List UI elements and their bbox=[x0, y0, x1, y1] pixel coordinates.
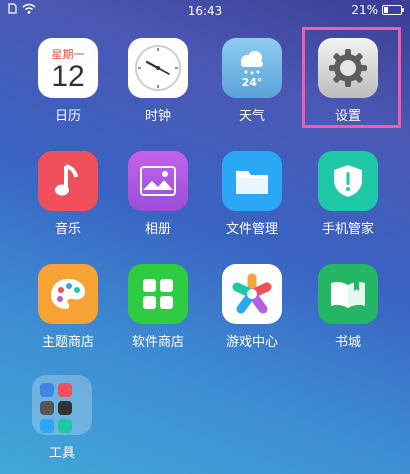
app-label: 相册 bbox=[144, 222, 171, 237]
app-security[interactable]: 手机管家 bbox=[300, 151, 396, 237]
apps-grid-icon bbox=[128, 264, 188, 324]
sync-mini-icon bbox=[40, 419, 54, 433]
app-label: 游戏中心 bbox=[225, 335, 278, 350]
app-label: 日历 bbox=[54, 109, 81, 124]
tools-folder-icon bbox=[32, 375, 92, 435]
status-bar: 16:43 21% bbox=[0, 0, 410, 22]
calendar-day: 12 bbox=[51, 60, 85, 93]
app-weather[interactable]: 24° 天气 bbox=[204, 38, 300, 124]
battery-icon bbox=[382, 5, 404, 15]
app-settings[interactable]: 设置 bbox=[300, 38, 396, 124]
app-label: 软件商店 bbox=[131, 335, 184, 350]
app-label: 工具 bbox=[48, 446, 75, 461]
app-label: 手机管家 bbox=[321, 222, 374, 237]
app-label: 时钟 bbox=[144, 109, 171, 124]
app-music[interactable]: 音乐 bbox=[20, 151, 116, 237]
battery-percent: 21% bbox=[351, 3, 378, 17]
app-label: 主题商店 bbox=[41, 335, 94, 350]
app-books[interactable]: 书城 bbox=[300, 264, 396, 350]
folder-icon bbox=[222, 151, 282, 211]
shield-icon bbox=[318, 151, 378, 211]
weather-temperature: 24° bbox=[241, 75, 263, 89]
music-note-icon bbox=[38, 151, 98, 211]
photo-icon bbox=[128, 151, 188, 211]
status-time: 16:43 bbox=[187, 4, 223, 18]
contacts-mini-icon bbox=[40, 383, 54, 397]
book-icon bbox=[318, 264, 378, 324]
app-appstore[interactable]: 软件商店 bbox=[110, 264, 206, 350]
weather-icon: 24° bbox=[222, 38, 282, 98]
app-calendar[interactable]: 星期一 12 日历 bbox=[20, 38, 116, 124]
palette-icon bbox=[38, 264, 98, 324]
app-files[interactable]: 文件管理 bbox=[204, 151, 300, 237]
game-star-icon bbox=[222, 264, 282, 324]
app-tools-folder[interactable]: 工具 bbox=[14, 375, 110, 461]
app-label: 书城 bbox=[334, 335, 361, 350]
app-label: 文件管理 bbox=[225, 222, 278, 237]
recorder-mini-icon bbox=[58, 383, 72, 397]
notes-mini-icon bbox=[58, 401, 72, 415]
app-label: 天气 bbox=[238, 109, 265, 124]
app-clock[interactable]: 时钟 bbox=[110, 38, 206, 124]
calendar-icon: 星期一 12 bbox=[38, 38, 98, 98]
compass-mini-icon bbox=[58, 419, 72, 433]
gear-icon bbox=[318, 38, 378, 98]
app-label: 设置 bbox=[334, 109, 361, 124]
app-label: 音乐 bbox=[54, 222, 81, 237]
clock-icon bbox=[128, 38, 188, 98]
app-themes[interactable]: 主题商店 bbox=[20, 264, 116, 350]
app-gallery[interactable]: 相册 bbox=[110, 151, 206, 237]
calculator-mini-icon bbox=[40, 401, 54, 415]
app-game-center[interactable]: 游戏中心 bbox=[204, 264, 300, 350]
